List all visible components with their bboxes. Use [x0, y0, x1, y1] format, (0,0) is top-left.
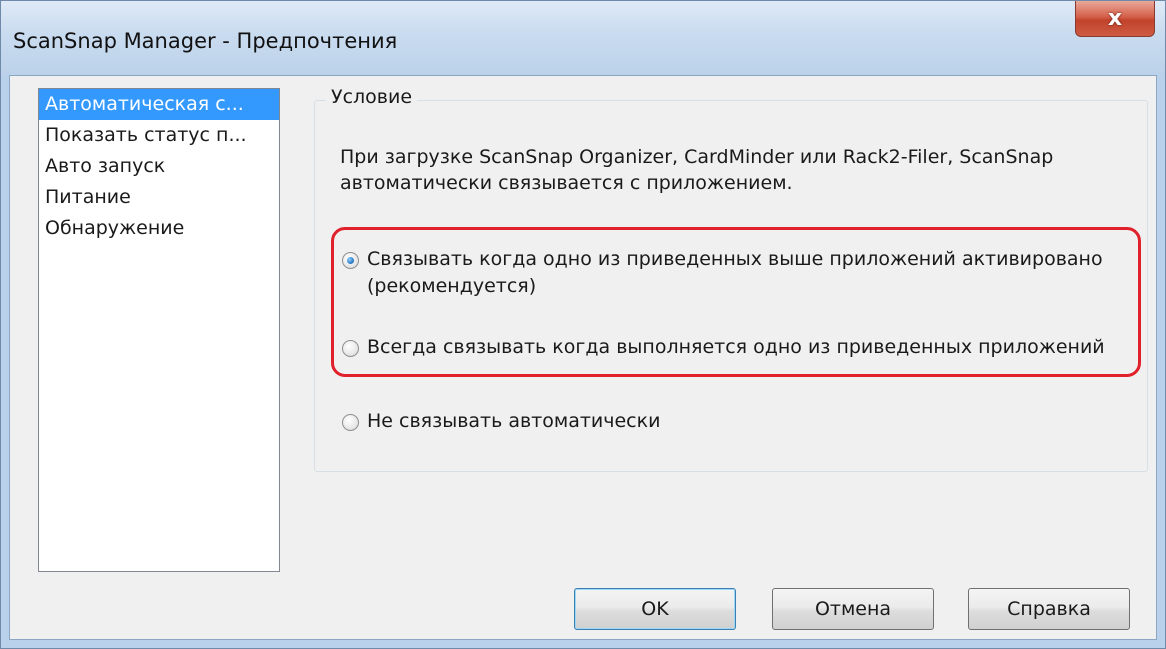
settings-category-list[interactable]: Автоматическая с... Показать статус п...… — [38, 88, 280, 572]
nav-item-detection[interactable]: Обнаружение — [39, 213, 279, 244]
close-icon: x — [1107, 6, 1123, 31]
window-title: ScanSnap Manager - Предпочтения — [13, 29, 398, 53]
help-button[interactable]: Справка — [968, 588, 1130, 630]
dialog-client-area: Автоматическая с... Показать статус п...… — [9, 75, 1157, 640]
nav-item-power[interactable]: Питание — [39, 182, 279, 213]
radio-option-no-auto-link[interactable]: Не связывать автоматически — [342, 408, 1132, 435]
title-bar[interactable]: ScanSnap Manager - Предпочтения x — [1, 1, 1165, 75]
close-button[interactable]: x — [1075, 1, 1155, 37]
nav-item-auto-link[interactable]: Автоматическая с... — [39, 89, 279, 120]
preferences-window: ScanSnap Manager - Предпочтения x Автома… — [0, 0, 1166, 649]
nav-item-auto-start[interactable]: Авто запуск — [39, 151, 279, 182]
nav-item-show-status[interactable]: Показать статус п... — [39, 120, 279, 151]
radio-label: Не связывать автоматически — [367, 410, 661, 432]
cancel-button[interactable]: Отмена — [772, 588, 934, 630]
condition-description: При загрузке ScanSnap Organizer, CardMin… — [340, 146, 1054, 194]
condition-legend: Условие — [326, 86, 418, 108]
red-highlight-annotation — [331, 227, 1141, 377]
ok-button[interactable]: OK — [574, 588, 736, 630]
radio-button[interactable] — [342, 414, 359, 431]
